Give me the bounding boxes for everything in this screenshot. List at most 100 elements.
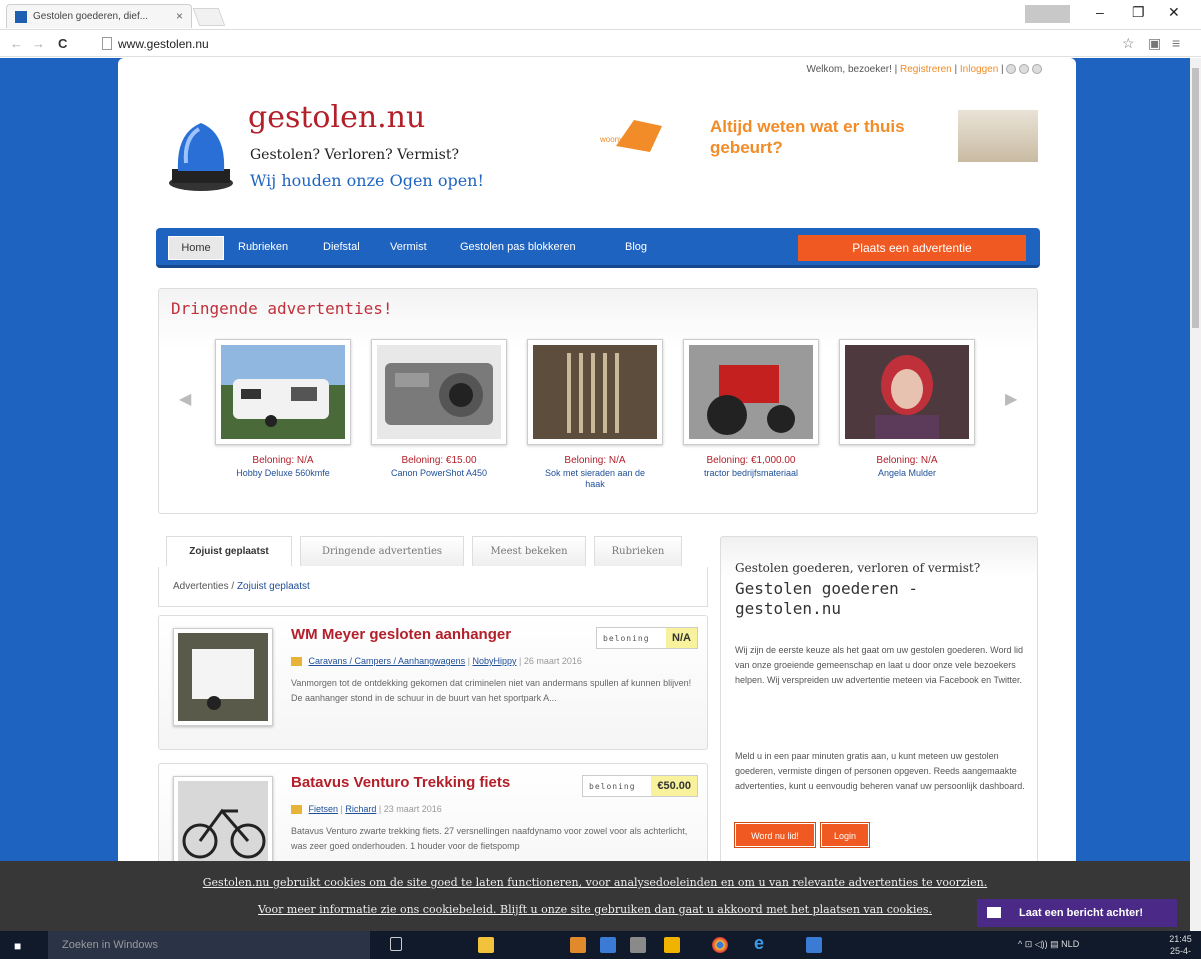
chrome-icon[interactable] <box>712 937 728 953</box>
place-ad-button[interactable]: Plaats een advertentie <box>798 235 1026 261</box>
listing-user-link[interactable]: Richard <box>345 804 376 814</box>
camera-image <box>377 345 501 439</box>
extension-icon[interactable]: ▣ <box>1148 35 1161 52</box>
media-icon[interactable] <box>570 937 586 953</box>
site-tagline-2: Wij houden onze Ogen open! <box>250 171 484 190</box>
login-link[interactable]: Inloggen <box>960 64 998 75</box>
nav-rubrieken[interactable]: Rubrieken <box>238 241 288 253</box>
tab-dringende-advertenties[interactable]: Dringende advertenties <box>300 536 464 566</box>
social-icon[interactable] <box>1032 64 1042 75</box>
nav-pas-blokkeren[interactable]: Gestolen pas blokkeren <box>460 241 576 253</box>
svg-text:woonveilig: woonveilig <box>599 135 637 144</box>
folder-icon <box>291 657 302 667</box>
taskbar-search[interactable]: Zoeken in Windows <box>48 931 370 959</box>
taskbar-clock[interactable]: 21:45 25-4-2016 <box>1160 933 1201 959</box>
card-reward: Beloning: N/A <box>876 455 938 466</box>
card-name[interactable]: Canon PowerShot A450 <box>371 468 507 479</box>
task-view-icon[interactable] <box>390 937 402 951</box>
listing-title[interactable]: Batavus Venturo Trekking fiets <box>291 774 510 791</box>
listing-item[interactable]: Batavus Venturo Trekking fiets beloning … <box>158 763 708 861</box>
menu-icon[interactable]: ≡ <box>1172 35 1180 51</box>
site-logo-title[interactable]: gestolen.nu <box>248 100 425 135</box>
file-explorer-icon[interactable] <box>478 937 494 953</box>
listing-title[interactable]: WM Meyer gesloten aanhanger <box>291 626 511 643</box>
minimize-icon[interactable]: – <box>1096 4 1104 20</box>
window-user-badge[interactable] <box>1025 5 1070 23</box>
main-navigation: Home Rubrieken Diefstal Vermist Gestolen… <box>156 228 1040 268</box>
card-name[interactable]: Sok met sieraden aan de haak <box>527 468 663 490</box>
chat-label: Laat een bericht achter! <box>1019 907 1144 919</box>
listing-category-link[interactable]: Caravans / Campers / Aanhangwagens <box>309 656 466 666</box>
card-reward: Beloning: €15.00 <box>401 455 477 466</box>
urgent-card[interactable]: Beloning: N/A Sok met sieraden aan de ha… <box>527 339 663 490</box>
breadcrumb-current[interactable]: Zojuist geplaatst <box>237 581 310 592</box>
tab-zojuist-geplaatst[interactable]: Zojuist geplaatst <box>166 536 292 566</box>
breadcrumb-root[interactable]: Advertenties / <box>173 581 234 592</box>
windows-start-icon[interactable]: ■ <box>14 939 21 953</box>
social-icon[interactable] <box>1006 64 1017 75</box>
carousel-next-icon[interactable]: ▶ <box>1005 389 1019 408</box>
sidebar-paragraph-1: Wij zijn de eerste keuze als het gaat om… <box>735 645 1023 685</box>
new-tab-button[interactable] <box>192 8 226 26</box>
cookie-text-1[interactable]: Gestolen.nu gebruikt cookies om de site … <box>0 876 1190 889</box>
bicycle-image <box>178 781 268 861</box>
urgent-card[interactable]: Beloning: N/A Hobby Deluxe 560kmfe <box>215 339 351 479</box>
chat-button[interactable]: Laat een bericht achter! <box>977 899 1177 927</box>
tab-meest-bekeken[interactable]: Meest bekeken <box>472 536 586 566</box>
woonveilig-logo-icon: woonveilig <box>599 120 662 152</box>
favicon-icon <box>15 11 27 23</box>
card-name[interactable]: tractor bedrijfsmateriaal <box>683 468 819 479</box>
listing-meta: Caravans / Campers / Aanhangwagens | Nob… <box>291 656 582 667</box>
card-name[interactable]: Hobby Deluxe 560kmfe <box>215 468 351 479</box>
listing-meta: Fietsen | Richard | 23 maart 2016 <box>291 804 442 815</box>
nav-blog[interactable]: Blog <box>625 241 647 253</box>
carousel-prev-icon[interactable]: ◀ <box>179 389 193 408</box>
settings-app-icon[interactable] <box>630 937 646 953</box>
site-tagline-1: Gestolen? Verloren? Vermist? <box>250 147 459 163</box>
user-topline: Welkom, bezoeker! | Registreren | Inlogg… <box>806 64 1042 75</box>
reload-icon[interactable]: C <box>58 36 67 51</box>
envelope-icon <box>987 907 1001 918</box>
bookmark-star-icon[interactable]: ☆ <box>1122 35 1135 52</box>
tab-rubrieken[interactable]: Rubrieken <box>594 536 682 566</box>
social-icon[interactable] <box>1019 64 1030 75</box>
system-tray[interactable]: ^ ⊡ ◁)) ▤ NLD <box>1018 939 1079 950</box>
listing-description: Batavus Venturo zwarte trekking fiets. 2… <box>291 826 688 851</box>
window-close-icon[interactable]: ✕ <box>1168 4 1180 21</box>
banner-room-image <box>958 110 1038 162</box>
urgent-card[interactable]: Beloning: €1,000.00 tractor bedrijfsmate… <box>683 339 819 479</box>
store-icon[interactable] <box>600 937 616 953</box>
nav-diefstal[interactable]: Diefstal <box>323 241 360 253</box>
welcome-text: Welkom, bezoeker! | <box>806 64 898 75</box>
app-icon[interactable] <box>806 937 822 953</box>
page-icon <box>102 37 112 50</box>
sidebar-login-button[interactable]: Login <box>821 823 869 847</box>
page-scrollbar[interactable] <box>1190 58 1201 931</box>
page-viewport: Welkom, bezoeker! | Registreren | Inlogg… <box>0 58 1190 861</box>
card-reward: Beloning: N/A <box>252 455 314 466</box>
ad-banner[interactable]: woonveilig Altijd weten wat er thuis geb… <box>598 106 1038 166</box>
nav-home[interactable]: Home <box>168 236 224 260</box>
tab-close-icon[interactable]: × <box>176 9 183 23</box>
jewelry-forks-image <box>533 345 657 439</box>
scrollbar-thumb[interactable] <box>1192 68 1199 328</box>
listing-item[interactable]: WM Meyer gesloten aanhanger beloning N/A… <box>158 615 708 750</box>
reward-box: beloning N/A <box>596 627 698 649</box>
site-container: Welkom, bezoeker! | Registreren | Inlogg… <box>118 58 1076 861</box>
register-link[interactable]: Registreren <box>900 64 952 75</box>
back-icon[interactable]: ← <box>10 36 23 51</box>
forward-icon[interactable]: → <box>32 36 45 51</box>
urgent-card[interactable]: Beloning: €15.00 Canon PowerShot A450 <box>371 339 507 479</box>
restore-icon[interactable]: ❐ <box>1132 4 1145 21</box>
url-field[interactable]: www.gestolen.nu <box>118 37 209 51</box>
nav-vermist[interactable]: Vermist <box>390 241 427 253</box>
listing-user-link[interactable]: NobyHippy <box>472 656 516 666</box>
listing-category-link[interactable]: Fietsen <box>309 804 339 814</box>
card-reward: Beloning: N/A <box>564 455 626 466</box>
edge-icon[interactable]: e <box>754 933 770 953</box>
browser-tab[interactable]: Gestolen goederen, dief... × <box>6 4 192 28</box>
card-name[interactable]: Angela Mulder <box>839 468 975 479</box>
join-button[interactable]: Word nu lid! <box>735 823 815 847</box>
folder-app-icon[interactable] <box>664 937 680 953</box>
urgent-card[interactable]: Beloning: N/A Angela Mulder <box>839 339 975 479</box>
